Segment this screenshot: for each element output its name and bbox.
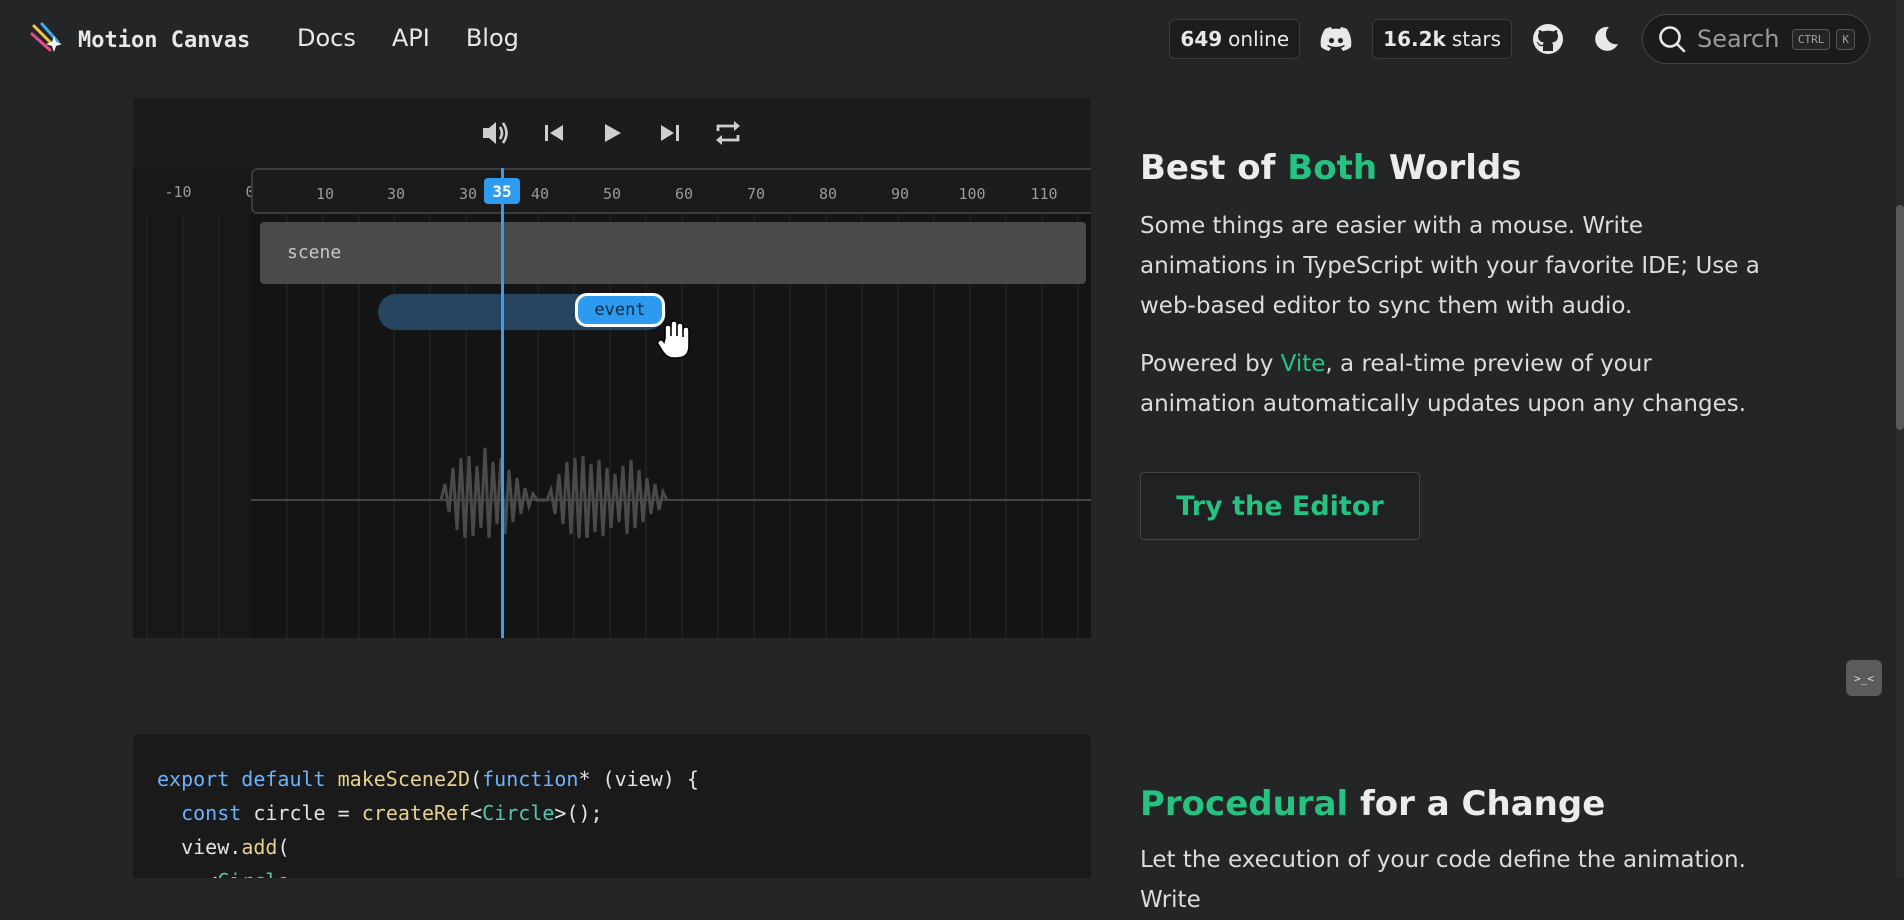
skip-back-icon[interactable]	[536, 115, 572, 151]
grab-cursor-icon	[656, 320, 690, 359]
feature-title: Procedural for a Change	[1140, 784, 1606, 824]
stars-badge[interactable]: 16.2k stars	[1372, 19, 1512, 59]
brand-title: Motion Canvas	[78, 27, 251, 53]
timeline-ruler[interactable]: 10 30 30 40 50 60 70 80 90 100 110	[251, 168, 1091, 214]
ruler-tick: 30	[458, 185, 478, 203]
skip-forward-icon[interactable]	[652, 115, 688, 151]
kbd-ctrl: CTRL	[1791, 28, 1831, 50]
ruler-tick: 50	[602, 185, 622, 203]
vite-link[interactable]: Vite	[1281, 351, 1326, 377]
feature-title: Best of Both Worlds	[1140, 148, 1522, 188]
online-label: online	[1228, 27, 1290, 51]
discord-icon[interactable]	[1314, 17, 1358, 61]
event-marker[interactable]: event	[575, 293, 665, 327]
kbd-k: K	[1836, 28, 1855, 50]
online-count: 649	[1180, 27, 1223, 51]
ruler-tick: 30	[386, 185, 406, 203]
scene-label: scene	[287, 242, 342, 263]
ruler-tick: 70	[746, 185, 766, 203]
brand-link[interactable]: Motion Canvas	[30, 22, 250, 58]
page-scrollbar[interactable]	[1896, 0, 1904, 878]
ruler-tick: -10	[164, 183, 192, 201]
playback-controls	[133, 98, 1091, 168]
dark-mode-toggle-icon[interactable]	[1584, 17, 1628, 61]
feature-powered-by: Powered by Vite, a real-time preview of …	[1140, 351, 1747, 417]
ruler-tick: 60	[674, 185, 694, 203]
scene-clip[interactable]: scene	[260, 222, 1086, 284]
search-placeholder: Search	[1697, 25, 1780, 53]
feature-procedural: Procedural for a Change Let the executio…	[1140, 784, 1760, 920]
navbar: Motion Canvas Docs API Blog 649 online 1…	[0, 0, 1904, 80]
playhead-frame[interactable]: 35	[484, 178, 520, 204]
stars-label: stars	[1451, 27, 1501, 51]
play-icon[interactable]	[594, 115, 630, 151]
editor-preview: -10 0 10 30 30 40 50 60 70 80 90 100 110	[133, 98, 1091, 638]
playhead-line[interactable]	[501, 168, 504, 638]
loop-icon[interactable]	[710, 115, 746, 151]
audio-waveform	[251, 447, 1091, 538]
search-icon	[1659, 26, 1686, 53]
ruler-tick: 110	[1030, 185, 1058, 203]
github-icon[interactable]	[1526, 17, 1570, 61]
event-label: event	[594, 300, 646, 320]
ruler-tick: 10	[315, 185, 335, 203]
nav-right: 649 online 16.2k stars Search CTRL K	[1169, 14, 1870, 64]
nav-link-api[interactable]: API	[392, 24, 430, 52]
nav-link-blog[interactable]: Blog	[466, 24, 519, 52]
scrollbar-thumb[interactable]	[1896, 205, 1904, 430]
feature-description: Some things are easier with a mouse. Wri…	[1140, 213, 1760, 319]
try-editor-button[interactable]: Try the Editor	[1140, 472, 1420, 540]
timeline-gutter	[133, 168, 251, 638]
ruler-tick: 90	[890, 185, 910, 203]
extension-widget-icon[interactable]: >_<	[1846, 660, 1882, 696]
timeline[interactable]: -10 0 10 30 30 40 50 60 70 80 90 100 110	[133, 168, 1091, 638]
volume-icon[interactable]	[478, 115, 514, 151]
stars-count: 16.2k	[1383, 27, 1446, 51]
feature-best-of-both-worlds: Best of Both Worlds Some things are easi…	[1140, 148, 1760, 424]
online-count-badge[interactable]: 649 online	[1169, 19, 1301, 59]
motion-canvas-logo-icon	[30, 22, 62, 52]
ruler-tick: 80	[818, 185, 838, 203]
ruler-tick: 100	[958, 185, 986, 203]
feature-description: Let the execution of your code define th…	[1140, 847, 1746, 913]
nav-links: Docs API Blog	[297, 24, 519, 52]
code-snippet: export default makeScene2D(function* (vi…	[133, 734, 1091, 878]
nav-link-docs[interactable]: Docs	[297, 24, 356, 52]
ruler-tick: 40	[530, 185, 550, 203]
search-button[interactable]: Search CTRL K	[1642, 14, 1870, 64]
